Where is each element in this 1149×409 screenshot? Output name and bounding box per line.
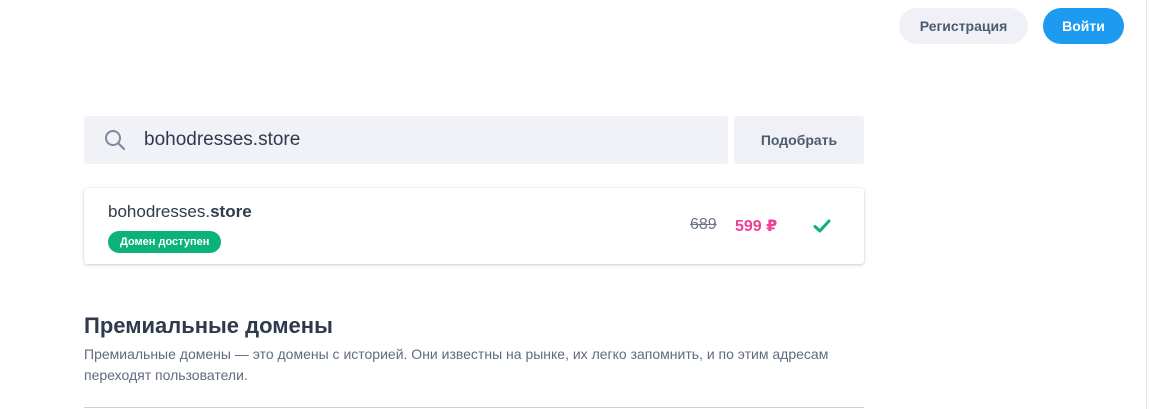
register-button[interactable]: Регистрация — [899, 8, 1028, 44]
check-icon[interactable] — [813, 218, 831, 234]
domain-search-input[interactable] — [144, 116, 714, 164]
page-edge-divider — [1146, 0, 1147, 409]
domain-zone-text: store — [210, 202, 252, 221]
domain-base-text: bohodresses. — [108, 202, 211, 221]
status-badge: Домен доступен — [108, 231, 222, 253]
pick-domain-button[interactable]: Подобрать — [734, 116, 864, 164]
domain-search-box — [84, 116, 728, 164]
old-price: 689 — [690, 216, 717, 233]
section-divider — [84, 407, 864, 408]
premium-section-description: Премиальные домены — это домены с истори… — [84, 346, 829, 383]
domain-result-card: bohodresses.store Домен доступен 689 599… — [84, 188, 864, 264]
search-icon — [105, 130, 126, 151]
result-domain-name: bohodresses.store — [108, 202, 252, 222]
new-price: 599 ₽ — [735, 218, 778, 235]
premium-section-title: Премиальные домены — [84, 313, 333, 338]
login-button[interactable]: Войти — [1043, 8, 1124, 44]
